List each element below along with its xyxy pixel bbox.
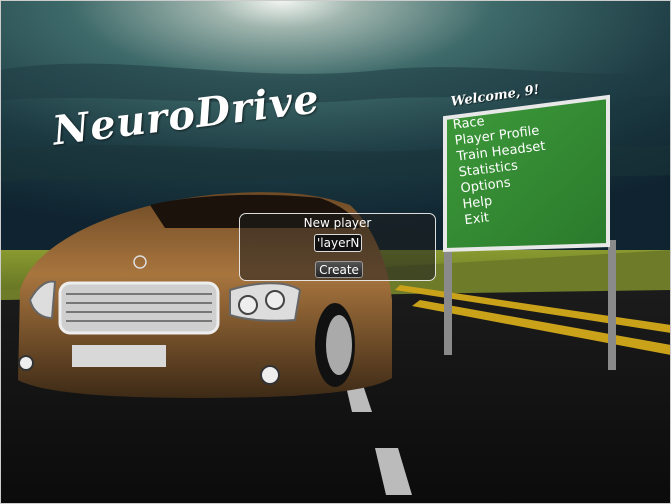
create-button[interactable]: Create bbox=[315, 261, 363, 278]
dialog-title: New player bbox=[303, 216, 372, 230]
player-name-input[interactable] bbox=[314, 234, 362, 252]
new-player-dialog: New player Create bbox=[239, 213, 436, 281]
main-menu: Race Player Profile Train Headset Statis… bbox=[452, 100, 615, 229]
game-screen: NeuroDrive Welcome, 9! Race Player Profi… bbox=[0, 0, 671, 504]
